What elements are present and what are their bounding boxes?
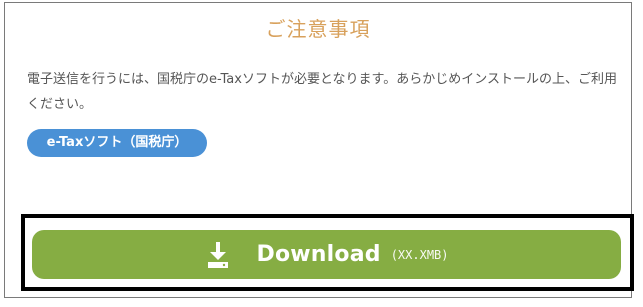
download-label: Download (256, 242, 381, 267)
page-title: ご注意事項 (265, 17, 371, 41)
etax-software-button[interactable]: e-Taxソフト（国税庁） (27, 129, 207, 157)
download-icon (204, 240, 232, 270)
notice-text: 電子送信を行うには、国税庁のe-Taxソフトが必要となります。あらかじめインスト… (27, 72, 617, 112)
download-size: (XX.XMB) (390, 247, 449, 262)
download-section: Download (XX.XMB) (21, 214, 634, 291)
notice-panel: ご注意事項 電子送信を行うには、国税庁のe-Taxソフトが必要となります。あらか… (4, 2, 634, 298)
download-button[interactable]: Download (XX.XMB) (32, 230, 621, 279)
